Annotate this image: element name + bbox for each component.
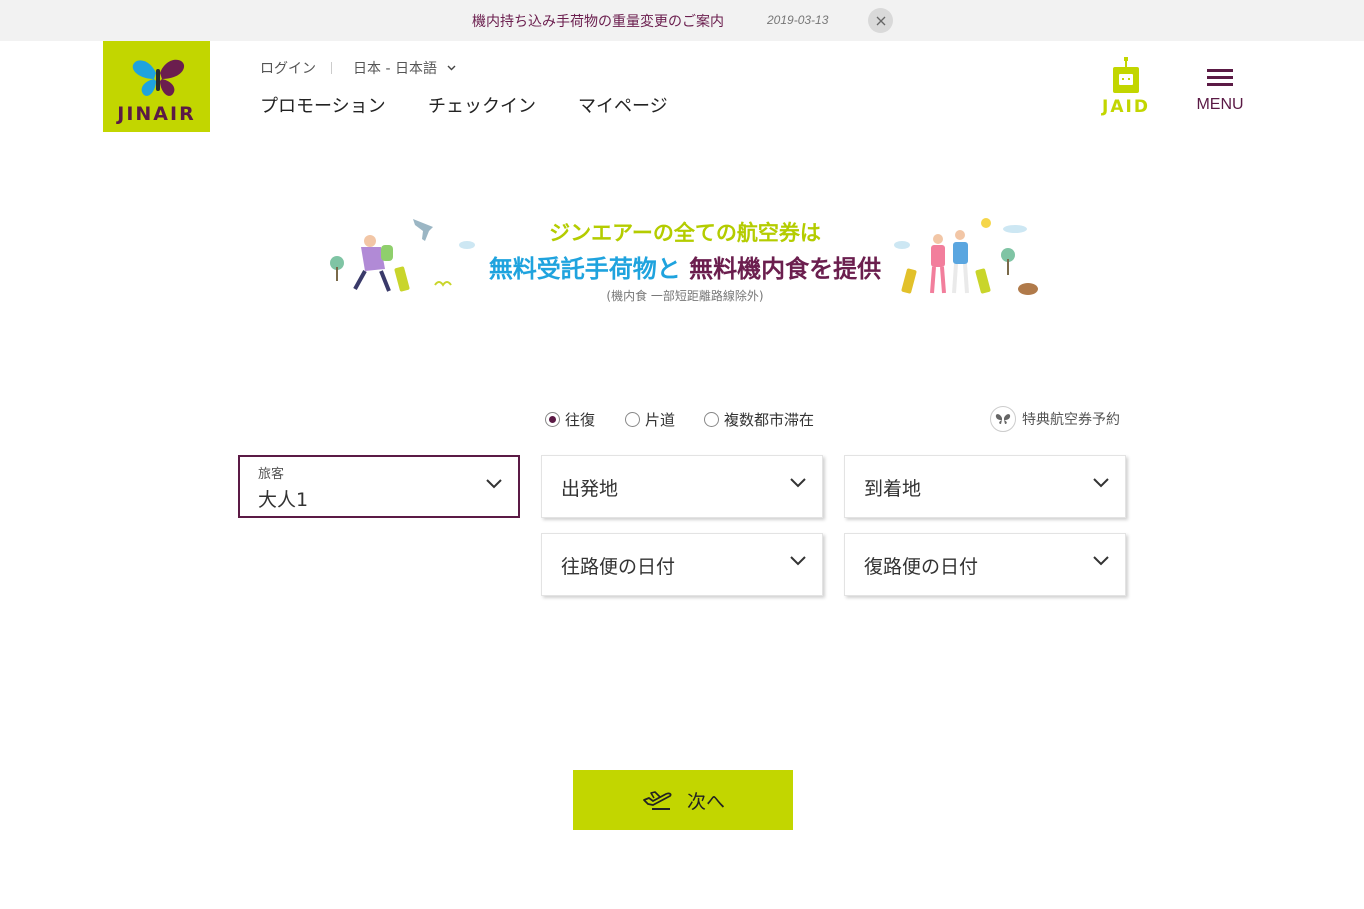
notice-bar: 機内持ち込み手荷物の重量変更のご案内 2019-03-13: [0, 0, 1364, 41]
trip-multi-city-radio[interactable]: 複数都市滞在: [704, 409, 814, 430]
trip-one-way-radio[interactable]: 片道: [625, 409, 675, 430]
menu-label: MENU: [1196, 96, 1244, 113]
chevron-down-icon: [1093, 556, 1109, 566]
trip-option-label: 往復: [565, 411, 596, 429]
passenger-select[interactable]: 旅客 大人1: [238, 455, 520, 518]
trip-option-label: 複数都市滞在: [724, 411, 815, 429]
nav-checkin[interactable]: チェックイン: [428, 92, 536, 118]
chevron-down-icon: [447, 65, 456, 71]
nav-mypage[interactable]: マイページ: [578, 92, 668, 118]
robot-icon: [1113, 57, 1139, 93]
outbound-date-select[interactable]: 往路便の日付: [541, 533, 823, 596]
jaid-text: JAID: [1102, 97, 1150, 117]
radio-selected: [545, 412, 560, 427]
notice-date: 2019-03-13: [767, 13, 829, 27]
close-icon: [876, 16, 885, 25]
next-label: 次へ: [686, 790, 725, 813]
radio-unselected: [704, 412, 719, 427]
chevron-down-icon: [790, 478, 806, 488]
airplane-takeoff-icon: [643, 791, 672, 810]
language-selector[interactable]: 日本 - 日本語: [353, 58, 456, 78]
return-date-select[interactable]: 復路便の日付: [844, 533, 1126, 596]
passenger-label: 旅客: [258, 467, 285, 482]
notice-title-link[interactable]: 機内持ち込み手荷物の重量変更のご案内: [472, 11, 724, 31]
arrival-select[interactable]: 到着地: [844, 455, 1126, 518]
jaid-chatbot-button[interactable]: JAID: [1092, 57, 1160, 121]
next-button[interactable]: 次へ: [573, 770, 793, 830]
chevron-down-icon: [790, 556, 806, 566]
menu-button[interactable]: MENU: [1192, 68, 1248, 118]
chevron-down-icon: [486, 479, 502, 489]
award-label: 特典航空券予約: [1022, 412, 1120, 428]
traveler-illustration-right: [894, 218, 1038, 295]
radio-unselected: [625, 412, 640, 427]
banner-free-baggage: 無料受託手荷物と: [488, 255, 681, 283]
logo-text: JINAIR: [117, 103, 196, 125]
chevron-down-icon: [1093, 478, 1109, 488]
language-label: 日本 - 日本語: [353, 61, 437, 77]
login-link[interactable]: ログイン: [260, 58, 316, 78]
butterfly-logo-icon: [132, 59, 185, 96]
arrival-placeholder: 到着地: [864, 478, 922, 500]
return-date-placeholder: 復路便の日付: [864, 556, 979, 578]
banner-free-meal: 無料機内食を提供: [689, 255, 882, 283]
jinair-logo[interactable]: JINAIR: [103, 41, 210, 132]
passenger-value: 大人1: [258, 489, 309, 511]
outbound-date-placeholder: 往路便の日付: [561, 556, 676, 578]
notice-close-button[interactable]: [868, 8, 893, 33]
nav-promotion[interactable]: プロモーション: [260, 92, 386, 118]
award-ticket-link[interactable]: 特典航空券予約: [990, 406, 1120, 432]
departure-select[interactable]: 出発地: [541, 455, 823, 518]
departure-placeholder: 出発地: [561, 478, 619, 500]
util-divider: [331, 62, 332, 74]
butterfly-icon: [990, 406, 1016, 432]
trip-round-trip-radio[interactable]: 往復: [545, 409, 595, 430]
trip-option-label: 片道: [645, 411, 676, 429]
promo-banner[interactable]: ジンエアーの全ての航空券は 無料受託手荷物と 無料機内食を提供 (機内食 一部短…: [325, 205, 1045, 310]
